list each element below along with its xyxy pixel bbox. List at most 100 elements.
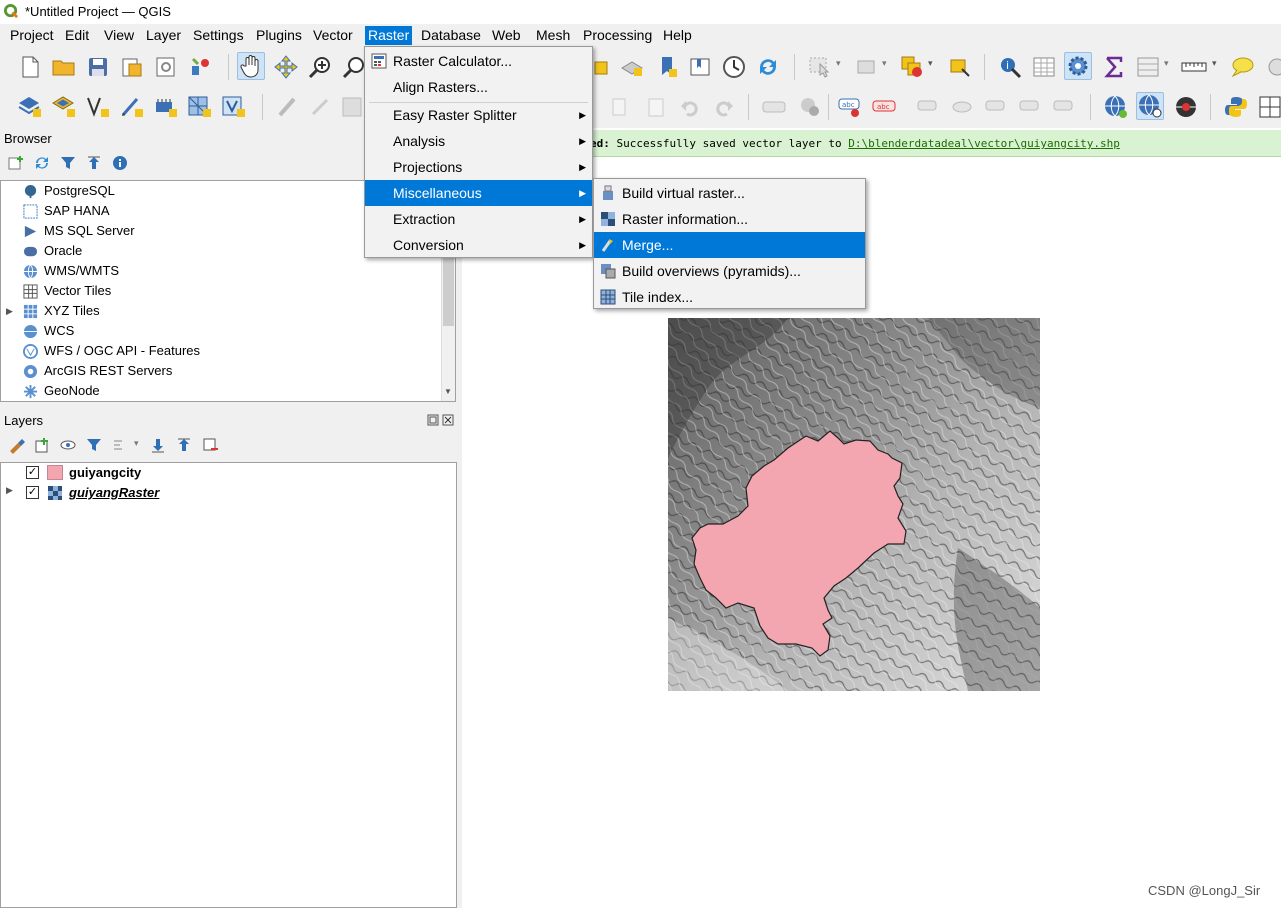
globe-search-icon[interactable] [1136, 92, 1164, 120]
menu-item-align-rasters[interactable]: Align Rasters... [365, 74, 592, 100]
add-selected-layers-icon[interactable] [8, 155, 24, 171]
save-edits-icon[interactable] [338, 93, 366, 121]
add-mesh-layer-icon[interactable] [186, 93, 214, 121]
python-console-icon[interactable] [1222, 93, 1250, 121]
menu-plugins[interactable]: Plugins [253, 26, 305, 45]
menu-view[interactable]: View [101, 26, 137, 45]
print-layout-icon[interactable] [152, 53, 180, 81]
menu-help[interactable]: Help [660, 26, 695, 45]
layer-diagram-icon[interactable]: abc [870, 93, 898, 121]
layer-row-guiyangcity[interactable]: ✓ guiyangcity [1, 463, 456, 483]
open-table-icon[interactable] [1134, 53, 1162, 81]
pan-to-selection-icon[interactable] [272, 53, 300, 81]
menu-item-raster-information[interactable]: Raster information... [594, 206, 865, 232]
dropdown-arrow-icon[interactable]: ▾ [1164, 58, 1169, 69]
layer-labeling-icon[interactable]: abc [836, 93, 864, 121]
measure-icon[interactable] [1180, 53, 1208, 81]
deselect-all-icon[interactable] [898, 53, 926, 81]
manage-visibility-icon[interactable] [60, 437, 77, 454]
map-tips-icon[interactable] [1228, 53, 1256, 81]
statistics-sum-icon[interactable] [1100, 53, 1128, 81]
menu-item-tile-index[interactable]: Tile index... [594, 284, 865, 310]
layer-styling-icon[interactable] [8, 437, 25, 454]
menu-database[interactable]: Database [418, 26, 484, 45]
menu-raster[interactable]: Raster [365, 26, 413, 45]
remove-layer-icon[interactable] [202, 437, 219, 454]
menu-edit[interactable]: Edit [62, 26, 92, 45]
dropdown-arrow-icon[interactable]: ▾ [134, 438, 139, 449]
zoom-in-icon[interactable] [306, 53, 334, 81]
message-file-link[interactable]: D:\blenderdatadeal\vector\guiyangcity.sh… [848, 137, 1120, 150]
bookmark-new-icon[interactable] [654, 53, 682, 81]
show-hide-labels-icon[interactable] [948, 93, 976, 121]
add-vector-layer-icon[interactable] [16, 93, 44, 121]
menu-vector[interactable]: Vector [310, 26, 356, 45]
save-project-icon[interactable] [84, 53, 112, 81]
dropdown-arrow-icon[interactable]: ▾ [882, 58, 887, 69]
filter-icon[interactable] [60, 155, 76, 171]
float-panel-icon[interactable] [427, 414, 439, 426]
digitize-vertex-icon[interactable] [84, 93, 112, 121]
globe-add-icon[interactable] [1102, 93, 1130, 121]
refresh-icon[interactable] [34, 155, 50, 171]
select-by-value-icon[interactable] [852, 53, 880, 81]
menu-item-analysis[interactable]: Analysis ▶ [365, 128, 592, 154]
rotate-label-icon[interactable] [1016, 93, 1044, 121]
grid-tool-icon[interactable] [1256, 93, 1281, 121]
temporal-clock-icon[interactable] [720, 53, 748, 81]
menu-item-raster-calculator[interactable]: Raster Calculator... [365, 48, 592, 74]
expand-arrow-icon[interactable]: ▶ [6, 301, 13, 321]
add-group-icon[interactable] [34, 437, 51, 454]
add-sensor-icon[interactable] [152, 93, 180, 121]
save-as-icon[interactable] [118, 53, 146, 81]
add-virtual-layer-icon[interactable] [220, 93, 248, 121]
menu-item-merge[interactable]: Merge... [594, 232, 865, 258]
menu-item-easy-raster-splitter[interactable]: Easy Raster Splitter ▶ [365, 102, 592, 128]
expand-arrow-icon[interactable]: ▶ [6, 485, 13, 496]
filter-expression-icon[interactable] [112, 437, 129, 454]
pin-labels-icon[interactable] [914, 93, 942, 121]
globe-plugin-icon[interactable] [1172, 93, 1200, 121]
toggle-editing-icon[interactable] [274, 93, 302, 121]
menu-item-build-virtual-raster[interactable]: Build virtual raster... [594, 180, 865, 206]
attribute-table-icon[interactable] [1030, 53, 1058, 81]
refresh-icon[interactable] [754, 53, 782, 81]
new-project-icon[interactable] [16, 53, 44, 81]
expand-all-icon[interactable] [150, 437, 167, 454]
dropdown-arrow-icon[interactable]: ▾ [836, 58, 841, 69]
menu-item-miscellaneous[interactable]: Miscellaneous ▶ [365, 180, 592, 206]
dropdown-arrow-icon[interactable]: ▾ [928, 58, 933, 69]
new-map-view-icon[interactable] [618, 53, 646, 81]
paste-features-icon[interactable] [642, 93, 670, 121]
add-raster-layer-icon[interactable] [50, 93, 78, 121]
menu-item-conversion[interactable]: Conversion ▶ [365, 232, 592, 258]
copy-features-icon[interactable] [606, 93, 634, 121]
layer-row-guiyangraster[interactable]: ▶ ✓ guiyangRaster [1, 483, 456, 503]
label-icon-2[interactable] [796, 93, 824, 121]
collapse-all-icon[interactable] [176, 437, 193, 454]
scroll-down-arrow-icon[interactable]: ▼ [444, 387, 452, 396]
select-location-icon[interactable] [946, 53, 974, 81]
label-icon-1[interactable] [760, 93, 788, 121]
menu-processing[interactable]: Processing [580, 26, 655, 45]
identify-icon[interactable]: i [996, 53, 1024, 81]
move-label-icon[interactable] [982, 93, 1010, 121]
info-icon[interactable] [112, 155, 128, 171]
layer-visibility-checkbox[interactable]: ✓ [26, 466, 39, 479]
more-tools-icon[interactable] [1262, 53, 1281, 81]
menu-settings[interactable]: Settings [190, 26, 247, 45]
settings-gear-icon[interactable] [1064, 52, 1092, 80]
menu-item-projections[interactable]: Projections ▶ [365, 154, 592, 180]
scrollbar-thumb[interactable] [443, 251, 454, 326]
redo-icon[interactable] [710, 93, 738, 121]
digitize-line-icon[interactable] [118, 93, 146, 121]
collapse-all-icon[interactable] [86, 155, 102, 171]
pencil-icon[interactable] [306, 93, 334, 121]
menu-mesh[interactable]: Mesh [533, 26, 573, 45]
undo-icon[interactable] [676, 93, 704, 121]
style-manager-icon[interactable] [186, 53, 214, 81]
dropdown-arrow-icon[interactable]: ▾ [1212, 58, 1217, 69]
filter-legend-icon[interactable] [86, 437, 103, 454]
open-project-icon[interactable] [50, 53, 78, 81]
menu-item-extraction[interactable]: Extraction ▶ [365, 206, 592, 232]
